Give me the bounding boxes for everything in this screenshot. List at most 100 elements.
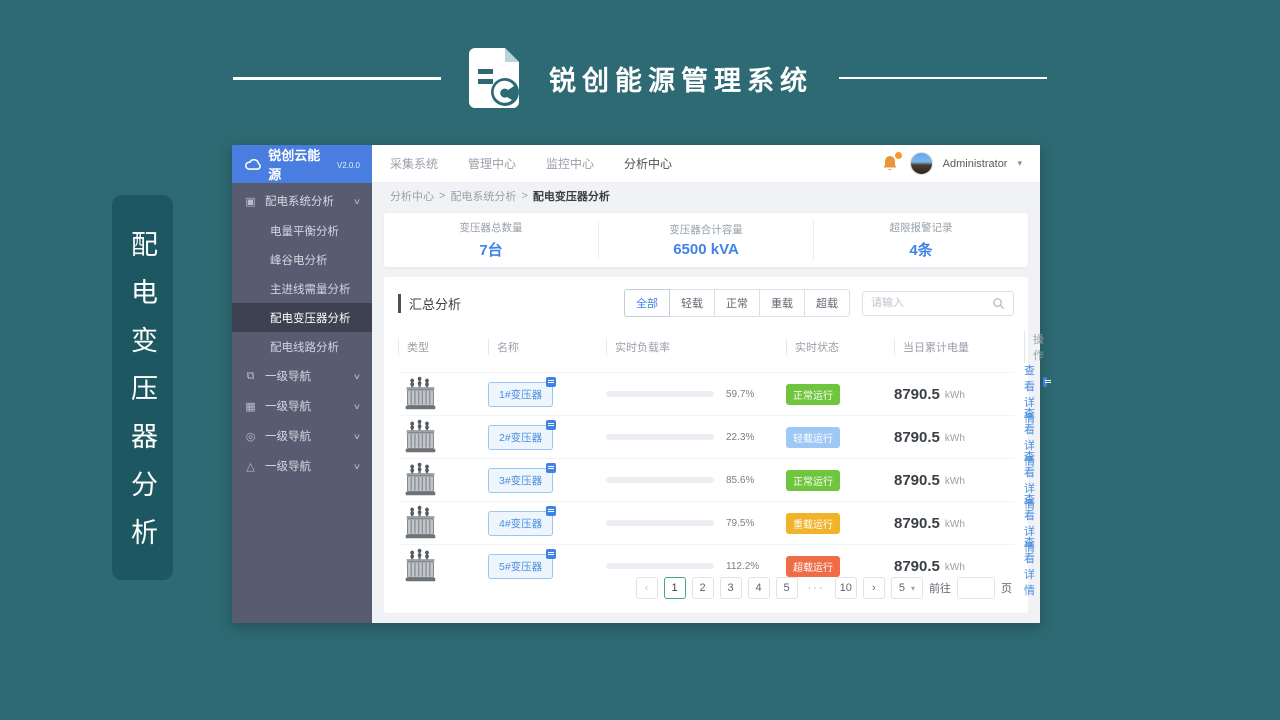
status-badge: 正常运行 (786, 469, 840, 491)
app-window: 锐创云能源 V2.0.0 ▣ 配电系统分析 ∨ 电量平衡分析 峰谷电分析 主进线… (232, 145, 1051, 623)
filter-heavy-load-button[interactable]: 重载 (759, 289, 805, 317)
page-button-4[interactable]: 4 (747, 577, 770, 599)
stats-card: 变压器总数量 7台 变压器合计容量 6500 kVA 超限报警记录 4条 (384, 213, 1028, 267)
page-button-5[interactable]: 5 (775, 577, 798, 599)
page-size-select[interactable]: 5 ▾ (890, 577, 923, 599)
transformer-name-button[interactable]: 3#变压器 (488, 467, 554, 493)
transformer-name-button[interactable]: 2#变压器 (488, 424, 554, 450)
stat-value: 4条 (909, 242, 933, 259)
stat-transformer-count: 变压器总数量 7台 (384, 220, 598, 260)
chevron-down-icon: ∨ (352, 431, 362, 441)
filter-all-button[interactable]: 全部 (624, 289, 670, 317)
load-percentage: 59.7% (726, 388, 755, 400)
chevron-down-icon: ∨ (352, 461, 362, 471)
panel-header: 汇总分析 全部 轻载 正常 重载 超载 (398, 289, 1014, 317)
tab-analysis-center[interactable]: 分析中心 (624, 155, 672, 172)
breadcrumb-item[interactable]: 配电系统分析 (450, 188, 516, 204)
search-box (862, 290, 1014, 316)
filter-normal-button[interactable]: 正常 (714, 289, 760, 317)
page-button-3[interactable]: 3 (719, 577, 742, 599)
filter-overload-button[interactable]: 超载 (804, 289, 850, 317)
column-header-energy: 当日累计电量 (894, 339, 1024, 355)
stat-label: 超限报警记录 (889, 222, 953, 234)
transformer-image (402, 505, 439, 542)
goto-page-input[interactable] (957, 577, 995, 599)
sidebar-item-line-analysis[interactable]: 配电线路分析 (232, 332, 372, 361)
app-logo-name: 锐创云能源 (268, 148, 321, 182)
energy-value: 8790.5 (894, 471, 940, 489)
load-percentage: 85.6% (726, 474, 755, 486)
name-badge-icon (546, 549, 557, 559)
column-header-status: 实时状态 (786, 339, 894, 355)
stat-value: 7台 (479, 242, 503, 259)
chevron-down-icon[interactable]: ▾ (1017, 158, 1022, 169)
energy-value: 8790.5 (894, 514, 940, 532)
sidebar-item-transformer-analysis[interactable]: 配电变压器分析 (232, 303, 372, 332)
transformer-name-button[interactable]: 1#变压器 (488, 381, 554, 407)
sidebar-item-nav-2[interactable]: ▦ 一级导航 ∨ (232, 391, 372, 421)
search-input[interactable] (871, 297, 992, 309)
stat-label: 变压器合计容量 (669, 224, 743, 236)
transformer-name-button[interactable]: 5#变压器 (488, 553, 554, 579)
transformer-table: 类型 名称 实时负载率 实时状态 当日累计电量 操作 1#变压器 59.7% 正… (398, 331, 1051, 597)
load-progress-bar (606, 391, 714, 397)
user-name: Administrator (942, 157, 1008, 170)
page-button-10[interactable]: 10 (834, 577, 857, 599)
sidebar-item-label: 一级导航 (265, 461, 311, 473)
sidebar-item-nav-3[interactable]: ◎ 一级导航 ∨ (232, 421, 372, 451)
grid-icon: ▣ (245, 195, 256, 208)
transformer-name-button[interactable]: 4#变压器 (488, 510, 554, 536)
sidebar-item-nav-1[interactable]: ⧉ 一级导航 ∨ (232, 361, 372, 391)
page-unit-label: 页 (1001, 583, 1012, 595)
table-row: 4#变压器 79.5% 重载运行 8790.5 kWh 查看详情 (398, 494, 1035, 554)
tab-collection-system[interactable]: 采集系统 (390, 155, 438, 172)
sidebar-item-nav-4[interactable]: △ 一级导航 ∨ (232, 451, 372, 481)
next-page-button[interactable]: › (862, 577, 885, 599)
breadcrumb-current: 配电变压器分析 (532, 191, 610, 203)
energy-value: 8790.5 (894, 428, 940, 446)
page-button-2[interactable]: 2 (691, 577, 714, 599)
energy-unit: kWh (944, 390, 965, 401)
table-header-row: 类型 名称 实时负载率 实时状态 当日累计电量 操作 (398, 331, 1044, 372)
prev-page-button[interactable]: ‹ (635, 577, 658, 599)
page-button-1[interactable]: 1 (663, 577, 686, 599)
chevron-down-icon: ∨ (352, 401, 362, 411)
status-badge: 轻载运行 (786, 426, 840, 448)
stat-total-capacity: 变压器合计容量 6500 kVA (598, 222, 813, 258)
search-icon[interactable] (992, 297, 1005, 310)
breadcrumb-separator: > (521, 190, 528, 202)
avatar[interactable] (909, 152, 933, 175)
side-banner-title: 配电变压器分析 (112, 195, 173, 580)
sidebar: 锐创云能源 V2.0.0 ▣ 配电系统分析 ∨ 电量平衡分析 峰谷电分析 主进线… (232, 145, 372, 623)
energy-unit: kWh (944, 433, 965, 444)
tab-monitoring-center[interactable]: 监控中心 (546, 155, 594, 172)
top-navbar: 采集系统 管理中心 监控中心 分析中心 Administrator ▾ (372, 145, 1040, 183)
page-title: 锐创能源管理系统 (549, 65, 813, 96)
cloud-icon (245, 158, 261, 170)
header-divider-right (839, 77, 1047, 79)
filter-light-load-button[interactable]: 轻载 (669, 289, 715, 317)
name-badge-icon (546, 506, 557, 516)
check-circle-icon: ◎ (245, 430, 256, 443)
sidebar-item-main-line-demand[interactable]: 主进线需量分析 (232, 274, 372, 303)
breadcrumb-item[interactable]: 分析中心 (390, 188, 434, 204)
column-header-name: 名称 (488, 339, 606, 355)
name-badge-icon (546, 377, 557, 387)
sidebar-item-peak-valley[interactable]: 峰谷电分析 (232, 245, 372, 274)
main-content: 采集系统 管理中心 监控中心 分析中心 Administrator ▾ 分析中心… (372, 145, 1051, 623)
sidebar-item-distribution-analysis[interactable]: ▣ 配电系统分析 ∨ (232, 186, 372, 216)
chevron-down-icon: ∨ (352, 371, 362, 381)
stat-label: 变压器总数量 (459, 222, 523, 234)
energy-value: 8790.5 (894, 385, 940, 403)
breadcrumb: 分析中心 > 配电系统分析 > 配电变压器分析 (372, 183, 1040, 209)
transformer-image (402, 462, 439, 499)
energy-unit: kWh (944, 476, 965, 487)
sidebar-item-label: 一级导航 (265, 371, 311, 383)
alarm-bell-icon[interactable] (882, 150, 903, 174)
column-header-load-rate: 实时负载率 (606, 339, 786, 355)
sidebar-item-power-balance[interactable]: 电量平衡分析 (232, 216, 372, 245)
tab-management-center[interactable]: 管理中心 (468, 155, 516, 172)
column-header-type: 类型 (398, 339, 488, 355)
page: 锐创能源管理系统 配电变压器分析 锐创云能源 V2.0.0 ▣ 配电系统分析 ∨… (0, 0, 1280, 720)
view-details-link[interactable]: 查看详情 (1024, 534, 1035, 598)
